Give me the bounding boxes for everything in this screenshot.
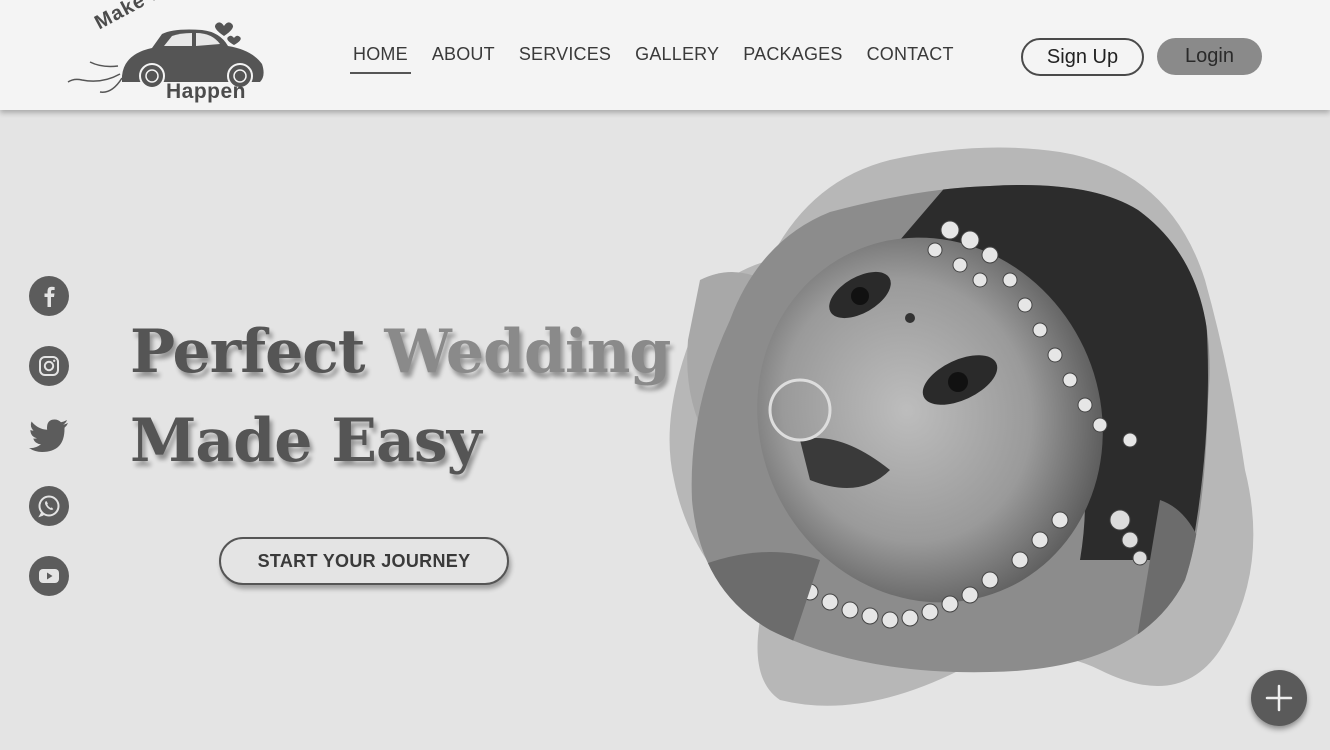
hero-word-dark: Perfect [130,317,366,387]
hero-word-light: Wedding [384,317,671,387]
whatsapp-icon[interactable] [29,486,69,526]
bride-portrait-image [669,147,1254,706]
plus-icon [1265,684,1293,712]
hero-line-1: Perfect Wedding [130,308,671,397]
site-header: Make It Happen HOME ABOUT SERVICES GALLE… [0,0,1330,110]
login-button[interactable]: Login [1157,38,1262,75]
twitter-icon[interactable] [29,416,69,456]
instagram-icon[interactable] [29,346,69,386]
signup-button[interactable]: Sign Up [1021,38,1144,76]
nav-gallery[interactable]: GALLERY [623,44,731,71]
add-floating-button[interactable] [1251,670,1307,726]
main-nav: HOME ABOUT SERVICES GALLERY PACKAGES CON… [341,44,966,74]
hero-image-area [660,140,1280,730]
hero-line-2: Made Easy [130,406,482,476]
hero-headline: Perfect Wedding Made Easy [130,308,671,486]
youtube-icon[interactable] [29,556,69,596]
nav-packages[interactable]: PACKAGES [731,44,854,71]
nav-home[interactable]: HOME [341,44,420,74]
nav-contact[interactable]: CONTACT [855,44,966,71]
social-links [29,276,69,626]
facebook-icon[interactable] [29,276,69,316]
nav-services[interactable]: SERVICES [507,44,623,71]
start-journey-button[interactable]: START YOUR JOURNEY [219,537,509,585]
logo-bottom-text: Happen [166,80,247,103]
site-logo[interactable]: Make It Happen [62,0,272,106]
nav-about[interactable]: ABOUT [420,44,507,71]
